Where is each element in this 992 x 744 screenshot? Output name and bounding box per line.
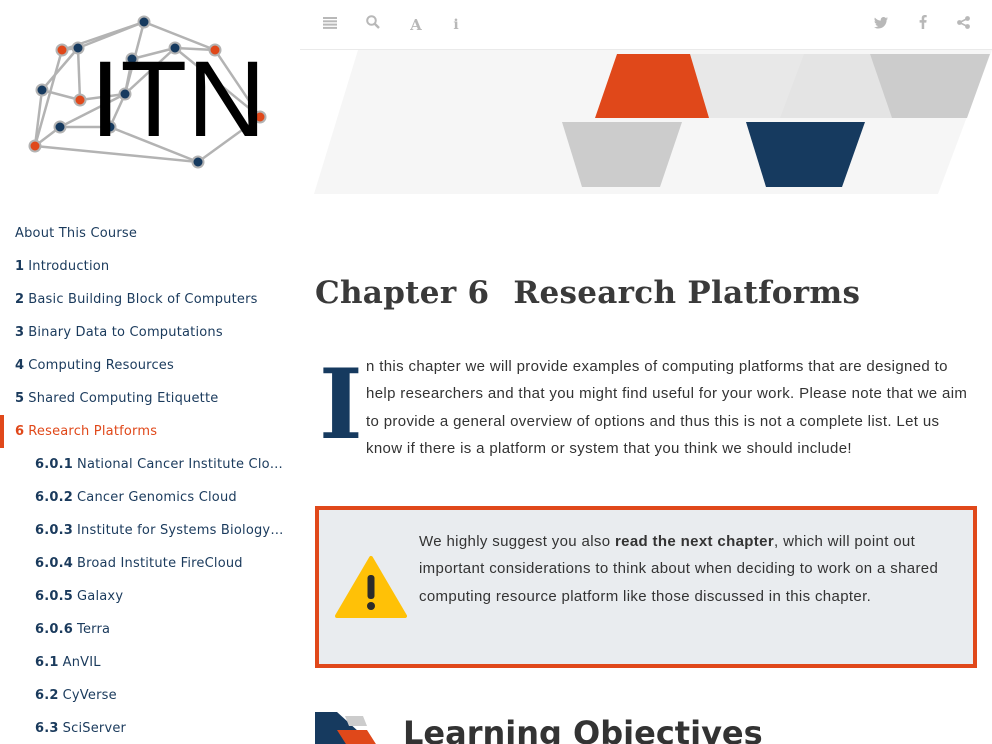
callout-text: We highly suggest you also read the next… xyxy=(419,533,939,605)
search-icon[interactable] xyxy=(362,14,384,36)
toc-item-label: Terra xyxy=(77,622,111,637)
toc-item[interactable]: 4 Computing Resources xyxy=(0,349,300,382)
toc-item-label: SciServer xyxy=(62,721,127,736)
toc-item-number: 3 xyxy=(15,325,25,340)
toc-item[interactable]: 6.0.3 Institute for Systems Biology (ISB) xyxy=(0,514,300,547)
chapter-title-text: Research Platforms xyxy=(513,275,861,311)
toc-item-number: 6.1 xyxy=(35,655,59,670)
intro-paragraph: I n this chapter we will provide example… xyxy=(315,353,977,462)
logo-text: ITN xyxy=(90,38,266,159)
toc-item[interactable]: 6.0.4 Broad Institute FireCloud xyxy=(0,547,300,580)
toc-item-number: 6.0.3 xyxy=(35,523,74,538)
toc-item-number: 6.0.1 xyxy=(35,457,74,472)
toc-item-label: Research Platforms xyxy=(28,424,158,439)
toc-item[interactable]: About This Course xyxy=(0,217,300,250)
toc-item[interactable]: 6.3 SciServer xyxy=(0,712,300,744)
toc-item-number: 6.0.5 xyxy=(35,589,74,604)
table-of-contents: About This Course 1 Introduction 2 Basic Bui… xyxy=(0,217,300,744)
toc-item-number: 1 xyxy=(15,259,25,274)
toc-item-label: Shared Computing Etiquette xyxy=(28,391,219,406)
next-chapter-link-text: read the next chapter xyxy=(614,533,775,550)
toc-item[interactable]: 6 Research Platforms xyxy=(0,415,300,448)
toc-item-label: AnVIL xyxy=(62,655,101,670)
toc-item-label: Institute for Systems Biology (ISB) xyxy=(77,523,300,538)
section-heading-learning-objectives: Learning Objectives xyxy=(403,714,763,744)
drop-cap: I xyxy=(319,356,363,442)
toc-item-label: Basic Building Block of Computers xyxy=(28,292,258,307)
toc-item-label: Cancer Genomics Cloud xyxy=(77,490,237,505)
toc-item-number: 6.2 xyxy=(35,688,59,703)
page-title: Chapter 6 Research Platforms xyxy=(315,275,860,311)
sidebar: ITN About This Course 1 Introduction 2 Basic… xyxy=(0,0,300,744)
toc-item[interactable]: 6.0.6 Terra xyxy=(0,613,300,646)
toc-item[interactable]: 5 Shared Computing Etiquette xyxy=(0,382,300,415)
warning-callout: We highly suggest you also read the next… xyxy=(315,506,977,668)
chapter-banner-graphic xyxy=(314,50,992,194)
learning-objectives-icon xyxy=(315,712,376,744)
toc-item-label: Binary Data to Computations xyxy=(28,325,223,340)
share-icon[interactable] xyxy=(952,14,974,36)
toc-item-label: Introduction xyxy=(28,259,110,274)
twitter-icon[interactable] xyxy=(870,14,892,36)
toc-item-label: Broad Institute FireCloud xyxy=(77,556,243,571)
toc-item[interactable]: 6.2 CyVerse xyxy=(0,679,300,712)
font-settings-icon[interactable]: A xyxy=(405,14,427,36)
toc-item-number: 2 xyxy=(15,292,25,307)
toc-item-number: 6 xyxy=(15,424,25,439)
intro-text: n this chapter we will provide examples … xyxy=(366,358,968,457)
toc-item-label: CyVerse xyxy=(62,688,117,703)
toc-item[interactable]: 3 Binary Data to Computations xyxy=(0,316,300,349)
info-icon[interactable]: i xyxy=(445,14,467,36)
toc-item-number: 4 xyxy=(15,358,25,373)
chapter-number: Chapter 6 xyxy=(315,275,490,311)
warning-icon xyxy=(335,556,407,618)
facebook-icon[interactable] xyxy=(912,14,934,36)
toc-item-number: 6.0.2 xyxy=(35,490,74,505)
svg-text:I: I xyxy=(319,356,363,442)
toc-item[interactable]: 2 Basic Building Block of Computers xyxy=(0,283,300,316)
toc-item-label: About This Course xyxy=(15,226,138,241)
toc-item[interactable]: 6.1 AnVIL xyxy=(0,646,300,679)
toc-item-number: 5 xyxy=(15,391,25,406)
itn-logo[interactable]: ITN xyxy=(20,14,280,174)
toc-item-label: Galaxy xyxy=(77,589,124,604)
top-toolbar: A i xyxy=(300,0,992,50)
toc-item-label: Computing Resources xyxy=(28,358,174,373)
toc-item[interactable]: 1 Introduction xyxy=(0,250,300,283)
toc-item[interactable]: 6.0.5 Galaxy xyxy=(0,580,300,613)
toc-item-number: 6.0.6 xyxy=(35,622,74,637)
sidebar-toggle-icon[interactable] xyxy=(319,14,341,36)
toc-item[interactable]: 6.0.1National Cancer Institute Cloud Res… xyxy=(0,448,300,481)
toc-item-number: 6.0.4 xyxy=(35,556,74,571)
toc-item-label: National Cancer Institute Cloud Resource… xyxy=(77,457,300,472)
toc-item-number: 6.3 xyxy=(35,721,59,736)
toc-item[interactable]: 6.0.2 Cancer Genomics Cloud xyxy=(0,481,300,514)
